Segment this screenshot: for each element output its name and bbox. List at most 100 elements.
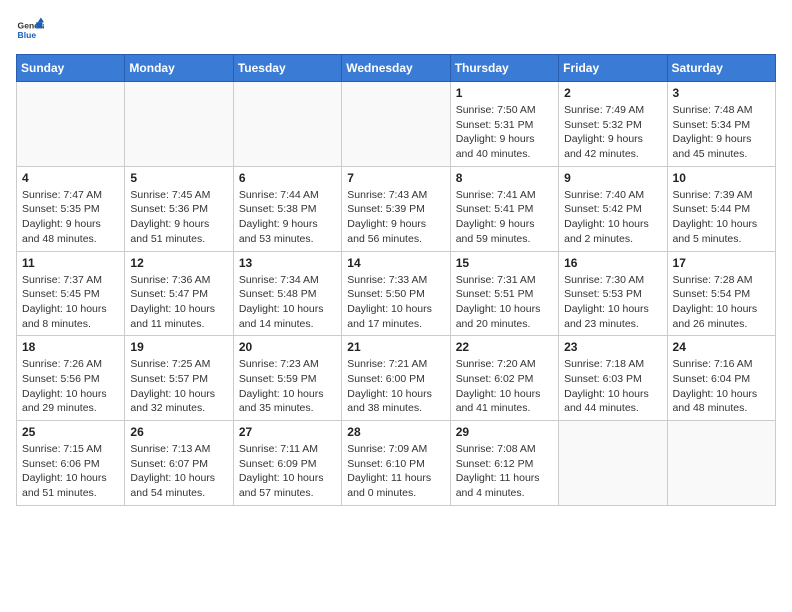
day-number: 16	[564, 256, 661, 270]
calendar-cell: 11Sunrise: 7:37 AM Sunset: 5:45 PM Dayli…	[17, 251, 125, 336]
day-info: Sunrise: 7:45 AM Sunset: 5:36 PM Dayligh…	[130, 188, 227, 247]
calendar-cell: 27 Sunrise: 7:11 AM Sunset: 6:09 PM Dayli…	[233, 421, 341, 506]
day-info: Sunrise: 7:18 AM Sunset: 6:03 PM Dayligh…	[564, 357, 661, 416]
day-number: 23	[564, 340, 661, 354]
day-info: Sunrise: 7:13 AM Sunset: 6:07 PM Dayligh…	[130, 442, 227, 501]
calendar-cell	[559, 421, 667, 506]
calendar-cell	[342, 82, 450, 167]
calendar-cell: 26 Sunrise: 7:13 AM Sunset: 6:07 PM Dayli…	[125, 421, 233, 506]
calendar-cell: 10 Sunrise: 7:39 AM Sunset: 5:44 PM Dayli…	[667, 166, 775, 251]
calendar-cell: 1 Sunrise: 7:50 AM Sunset: 5:31 PM Daylig…	[450, 82, 558, 167]
day-info: Sunrise: 7:50 AM Sunset: 5:31 PM Dayligh…	[456, 103, 553, 162]
day-info: Sunrise: 7:36 AM Sunset: 5:47 PM Dayligh…	[130, 273, 227, 332]
calendar-cell: 8 Sunrise: 7:41 AM Sunset: 5:41 PM Daylig…	[450, 166, 558, 251]
day-info: Sunrise: 7:30 AM Sunset: 5:53 PM Dayligh…	[564, 273, 661, 332]
day-info: Sunrise: 7:11 AM Sunset: 6:09 PM Dayligh…	[239, 442, 336, 501]
calendar-cell: 24Sunrise: 7:16 AM Sunset: 6:04 PM Dayli…	[667, 336, 775, 421]
calendar-cell: 21 Sunrise: 7:21 AM Sunset: 6:00 PM Dayli…	[342, 336, 450, 421]
calendar-cell	[17, 82, 125, 167]
calendar-cell: 15 Sunrise: 7:31 AM Sunset: 5:51 PM Dayli…	[450, 251, 558, 336]
calendar-week-2: 11Sunrise: 7:37 AM Sunset: 5:45 PM Dayli…	[17, 251, 776, 336]
day-number: 1	[456, 86, 553, 100]
calendar-cell: 7Sunrise: 7:43 AM Sunset: 5:39 PM Daylig…	[342, 166, 450, 251]
day-info: Sunrise: 7:08 AM Sunset: 6:12 PM Dayligh…	[456, 442, 553, 501]
day-info: Sunrise: 7:33 AM Sunset: 5:50 PM Dayligh…	[347, 273, 444, 332]
day-info: Sunrise: 7:28 AM Sunset: 5:54 PM Dayligh…	[673, 273, 770, 332]
day-number: 20	[239, 340, 336, 354]
day-number: 15	[456, 256, 553, 270]
col-header-wednesday: Wednesday	[342, 55, 450, 82]
calendar-cell: 9 Sunrise: 7:40 AM Sunset: 5:42 PM Daylig…	[559, 166, 667, 251]
calendar-cell: 5 Sunrise: 7:45 AM Sunset: 5:36 PM Daylig…	[125, 166, 233, 251]
calendar-cell: 12 Sunrise: 7:36 AM Sunset: 5:47 PM Dayli…	[125, 251, 233, 336]
calendar-cell: 19Sunrise: 7:25 AM Sunset: 5:57 PM Dayli…	[125, 336, 233, 421]
day-number: 8	[456, 171, 553, 185]
calendar-cell: 13 Sunrise: 7:34 AM Sunset: 5:48 PM Dayli…	[233, 251, 341, 336]
day-number: 26	[130, 425, 227, 439]
calendar-cell: 2 Sunrise: 7:49 AM Sunset: 5:32 PM Daylig…	[559, 82, 667, 167]
calendar-cell: 17 Sunrise: 7:28 AM Sunset: 5:54 PM Dayli…	[667, 251, 775, 336]
day-info: Sunrise: 7:49 AM Sunset: 5:32 PM Dayligh…	[564, 103, 661, 162]
calendar-cell: 28 Sunrise: 7:09 AM Sunset: 6:10 PM Dayli…	[342, 421, 450, 506]
day-number: 4	[22, 171, 119, 185]
day-info: Sunrise: 7:44 AM Sunset: 5:38 PM Dayligh…	[239, 188, 336, 247]
day-info: Sunrise: 7:09 AM Sunset: 6:10 PM Dayligh…	[347, 442, 444, 501]
day-number: 24	[673, 340, 770, 354]
calendar-week-1: 4 Sunrise: 7:47 AM Sunset: 5:35 PM Daylig…	[17, 166, 776, 251]
calendar-week-3: 18Sunrise: 7:26 AM Sunset: 5:56 PM Dayli…	[17, 336, 776, 421]
day-info: Sunrise: 7:39 AM Sunset: 5:44 PM Dayligh…	[673, 188, 770, 247]
calendar-cell: 20 Sunrise: 7:23 AM Sunset: 5:59 PM Dayli…	[233, 336, 341, 421]
col-header-tuesday: Tuesday	[233, 55, 341, 82]
calendar-cell: 4 Sunrise: 7:47 AM Sunset: 5:35 PM Daylig…	[17, 166, 125, 251]
day-number: 21	[347, 340, 444, 354]
page-header: General Blue	[16, 16, 776, 44]
col-header-thursday: Thursday	[450, 55, 558, 82]
day-info: Sunrise: 7:31 AM Sunset: 5:51 PM Dayligh…	[456, 273, 553, 332]
calendar-cell: 25 Sunrise: 7:15 AM Sunset: 6:06 PM Dayli…	[17, 421, 125, 506]
day-info: Sunrise: 7:41 AM Sunset: 5:41 PM Dayligh…	[456, 188, 553, 247]
day-number: 12	[130, 256, 227, 270]
col-header-monday: Monday	[125, 55, 233, 82]
day-info: Sunrise: 7:34 AM Sunset: 5:48 PM Dayligh…	[239, 273, 336, 332]
day-info: Sunrise: 7:25 AM Sunset: 5:57 PM Dayligh…	[130, 357, 227, 416]
col-header-saturday: Saturday	[667, 55, 775, 82]
svg-text:Blue: Blue	[18, 30, 37, 40]
calendar-cell	[233, 82, 341, 167]
day-number: 2	[564, 86, 661, 100]
calendar-cell	[667, 421, 775, 506]
day-number: 29	[456, 425, 553, 439]
day-info: Sunrise: 7:15 AM Sunset: 6:06 PM Dayligh…	[22, 442, 119, 501]
calendar-cell: 18Sunrise: 7:26 AM Sunset: 5:56 PM Dayli…	[17, 336, 125, 421]
calendar-cell: 14 Sunrise: 7:33 AM Sunset: 5:50 PM Dayli…	[342, 251, 450, 336]
calendar-cell: 23 Sunrise: 7:18 AM Sunset: 6:03 PM Dayli…	[559, 336, 667, 421]
logo-icon: General Blue	[16, 16, 44, 44]
day-number: 28	[347, 425, 444, 439]
day-number: 13	[239, 256, 336, 270]
col-header-sunday: Sunday	[17, 55, 125, 82]
calendar-cell: 29 Sunrise: 7:08 AM Sunset: 6:12 PM Dayli…	[450, 421, 558, 506]
day-number: 14	[347, 256, 444, 270]
day-number: 22	[456, 340, 553, 354]
day-info: Sunrise: 7:48 AM Sunset: 5:34 PM Dayligh…	[673, 103, 770, 162]
day-info: Sunrise: 7:47 AM Sunset: 5:35 PM Dayligh…	[22, 188, 119, 247]
day-number: 17	[673, 256, 770, 270]
calendar-cell	[125, 82, 233, 167]
day-number: 5	[130, 171, 227, 185]
day-number: 9	[564, 171, 661, 185]
calendar-cell: 16 Sunrise: 7:30 AM Sunset: 5:53 PM Dayli…	[559, 251, 667, 336]
calendar-cell: 22 Sunrise: 7:20 AM Sunset: 6:02 PM Dayli…	[450, 336, 558, 421]
day-info: Sunrise: 7:20 AM Sunset: 6:02 PM Dayligh…	[456, 357, 553, 416]
col-header-friday: Friday	[559, 55, 667, 82]
day-info: Sunrise: 7:40 AM Sunset: 5:42 PM Dayligh…	[564, 188, 661, 247]
day-number: 27	[239, 425, 336, 439]
calendar-header-row: SundayMondayTuesdayWednesdayThursdayFrid…	[17, 55, 776, 82]
day-number: 7	[347, 171, 444, 185]
day-info: Sunrise: 7:23 AM Sunset: 5:59 PM Dayligh…	[239, 357, 336, 416]
day-number: 6	[239, 171, 336, 185]
day-number: 10	[673, 171, 770, 185]
day-number: 3	[673, 86, 770, 100]
logo: General Blue	[16, 16, 48, 44]
day-number: 18	[22, 340, 119, 354]
day-number: 25	[22, 425, 119, 439]
day-info: Sunrise: 7:21 AM Sunset: 6:00 PM Dayligh…	[347, 357, 444, 416]
